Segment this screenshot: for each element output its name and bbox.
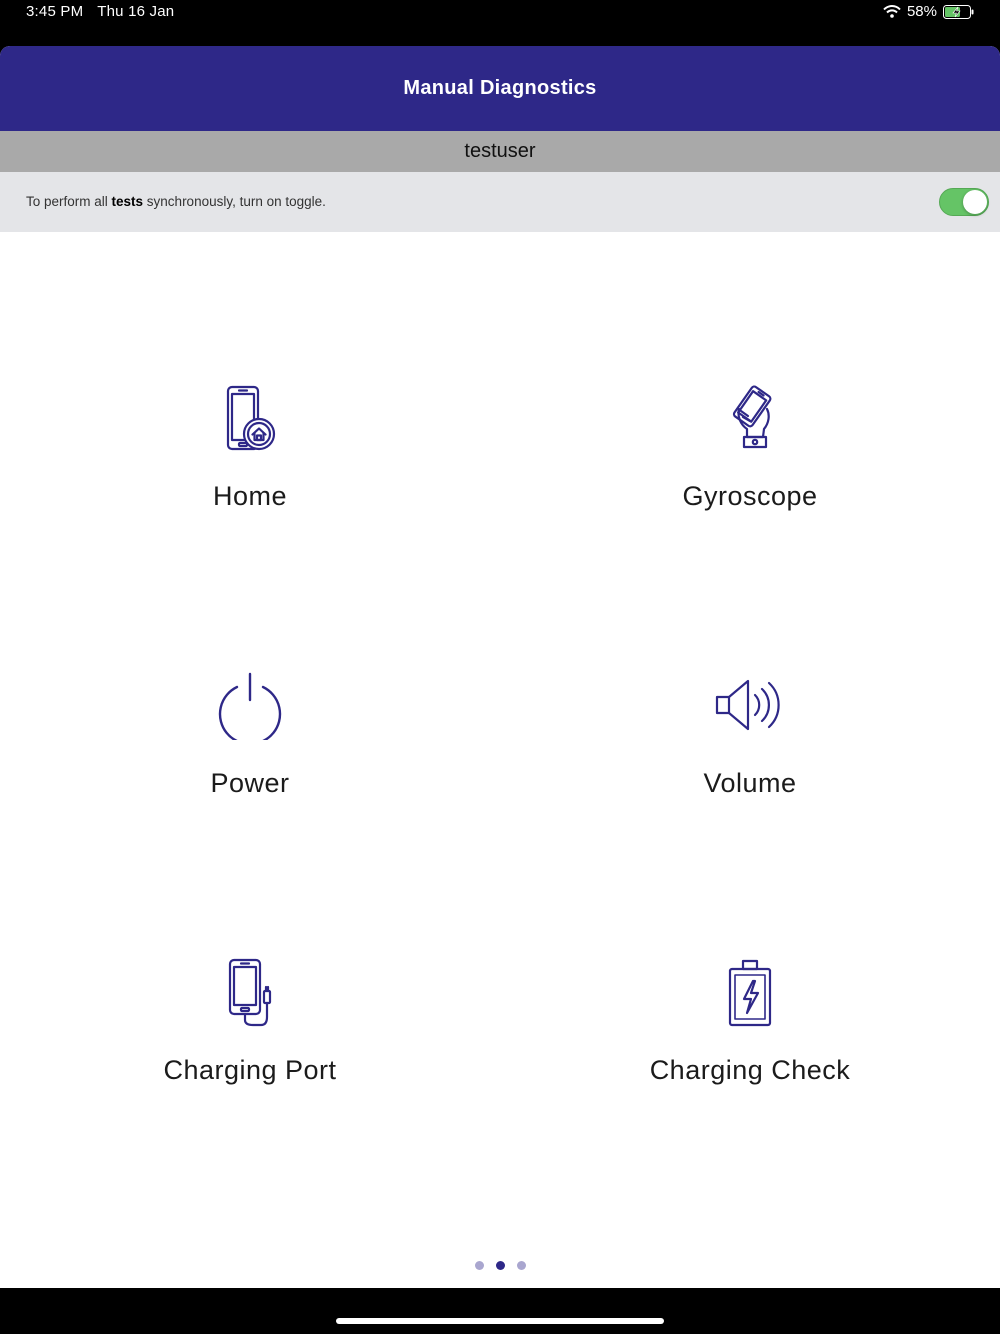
test-label: Home	[212, 481, 288, 511]
page-title: Manual Diagnostics	[403, 77, 597, 99]
user-bar: testuser	[0, 131, 1000, 172]
test-tile-home[interactable]: Home	[0, 278, 500, 565]
status-bar: 3:45 PM Thu 16 Jan 58%	[0, 0, 1000, 46]
battery-percent: 58%	[906, 3, 937, 20]
page-indicator[interactable]	[0, 1261, 1000, 1270]
battery-charging-icon	[715, 957, 785, 1027]
page-dot-2[interactable]	[495, 1261, 505, 1270]
status-time: 3:45 PM	[26, 3, 84, 20]
username-label: testuser	[464, 140, 536, 162]
test-label: Power	[210, 768, 290, 798]
test-tile-charging-port[interactable]: Charging Port	[0, 852, 500, 1139]
sync-toggle-description: To perform all tests synchronously, turn…	[26, 194, 326, 209]
battery-icon	[943, 4, 974, 19]
toggle-knob	[963, 190, 987, 214]
home-indicator[interactable]	[336, 1318, 664, 1324]
description-text-start: To perform all	[26, 194, 112, 209]
wifi-icon	[883, 5, 901, 18]
test-tile-charging-check[interactable]: Charging Check	[500, 852, 1000, 1139]
speaker-volume-icon	[715, 670, 785, 740]
sync-toggle-switch[interactable]	[939, 188, 989, 216]
page-dot-1[interactable]	[474, 1261, 484, 1270]
test-tile-gyroscope[interactable]: Gyroscope	[500, 278, 1000, 565]
nav-bar: Manual Diagnostics	[0, 46, 1000, 131]
description-text-bold: tests	[111, 194, 144, 209]
description-text-end: synchronously, turn on toggle.	[143, 194, 326, 209]
power-icon	[215, 670, 285, 746]
page-dot-3[interactable]	[516, 1261, 526, 1270]
app-screen: Manual Diagnostics testuser To perform a…	[0, 46, 1000, 1288]
phone-charging-cable-icon	[215, 957, 285, 1027]
test-tile-power[interactable]: Power	[0, 565, 500, 852]
test-label: Volume	[703, 768, 797, 798]
phone-home-icon	[215, 383, 285, 453]
test-label: Charging Check	[649, 1055, 851, 1085]
test-tile-volume[interactable]: Volume	[500, 565, 1000, 852]
test-label: Charging Port	[163, 1055, 337, 1085]
status-date: Thu 16 Jan	[97, 3, 175, 20]
sync-toggle-bar: To perform all tests synchronously, turn…	[0, 172, 1000, 232]
test-label: Gyroscope	[682, 481, 818, 511]
gyroscope-hand-phone-icon	[715, 383, 785, 453]
